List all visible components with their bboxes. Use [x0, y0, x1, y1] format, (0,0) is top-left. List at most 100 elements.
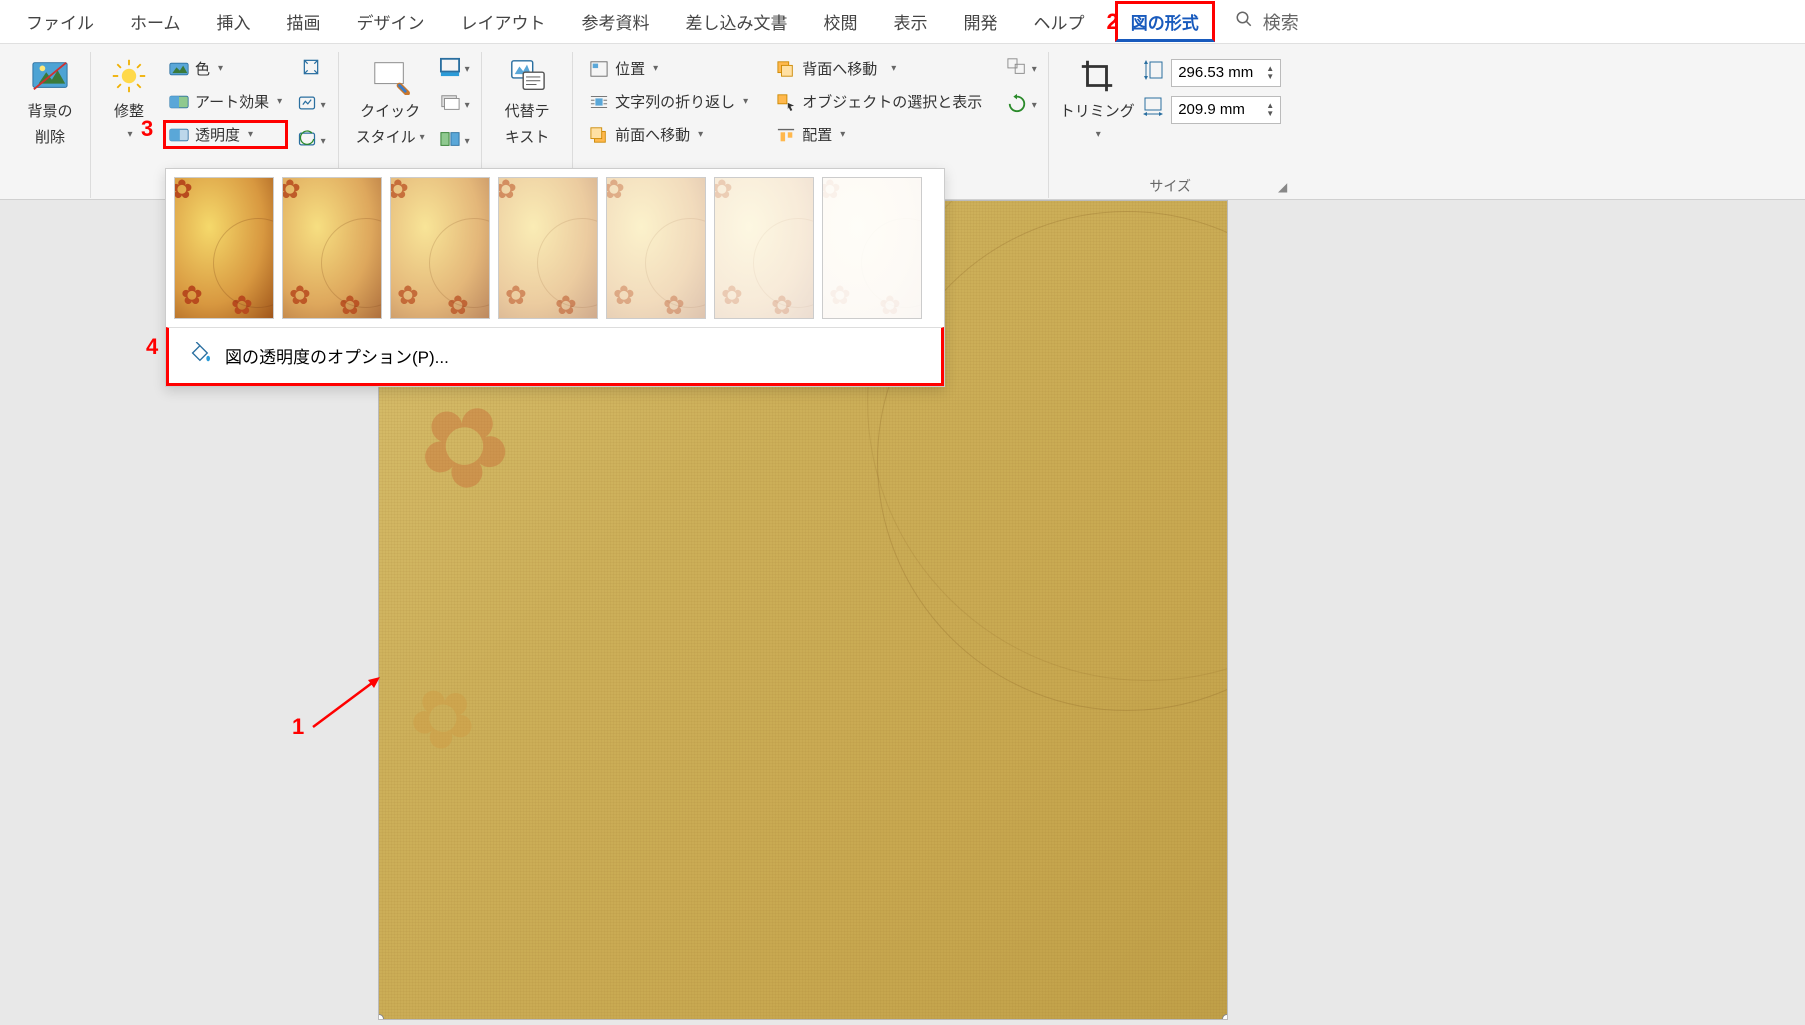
transparency-preset[interactable]: [498, 177, 598, 319]
compress-icon: [301, 57, 321, 82]
height-input[interactable]: 296.53 mm ▲▼: [1171, 59, 1281, 87]
chevron-down-icon: ▾: [465, 136, 470, 147]
position-button[interactable]: 位置 ▾: [583, 54, 754, 83]
send-backward-label: 背面へ移動: [802, 58, 877, 79]
compress-pictures-button[interactable]: [294, 54, 328, 84]
artistic-label: アート効果: [195, 91, 269, 112]
transparency-preset[interactable]: [606, 177, 706, 319]
selection-pane-label: オブジェクトの選択と表示: [802, 91, 982, 112]
crop-icon: [1077, 56, 1117, 96]
picture-effects-icon: [439, 93, 461, 118]
height-value: 296.53 mm: [1178, 64, 1253, 81]
tab-review[interactable]: 校閲: [806, 0, 876, 44]
tab-picture-format[interactable]: 図の形式: [1115, 1, 1215, 42]
crop-label: トリミング: [1060, 102, 1135, 122]
width-input[interactable]: 209.9 mm ▲▼: [1171, 96, 1281, 124]
tab-help[interactable]: ヘルプ: [1016, 0, 1103, 44]
rotate-icon: [1006, 93, 1028, 118]
position-icon: [589, 59, 609, 79]
transparency-preset[interactable]: [390, 177, 490, 319]
change-picture-button[interactable]: ▾: [294, 90, 328, 120]
send-backward-icon: [776, 59, 796, 79]
transparency-preset[interactable]: [822, 177, 922, 319]
remove-background-button[interactable]: 背景の 削除: [20, 52, 80, 147]
picture-layout-button[interactable]: ▾: [437, 126, 471, 156]
chevron-down-icon: ▾: [840, 129, 845, 140]
chevron-down-icon: ▾: [277, 96, 282, 107]
picture-border-icon: [439, 57, 461, 82]
tab-view[interactable]: 表示: [876, 0, 946, 44]
search-box[interactable]: 検索: [1235, 9, 1299, 35]
transparency-thumbnails: [166, 169, 944, 327]
chevron-down-icon: ▾: [698, 129, 703, 140]
chevron-down-icon: ▾: [321, 136, 326, 147]
picture-effects-button[interactable]: ▾: [437, 90, 471, 120]
transparency-button[interactable]: 透明度 ▾: [163, 120, 288, 149]
chevron-down-icon: ▾: [420, 131, 425, 144]
align-icon: [776, 125, 796, 145]
quick-styles-button[interactable]: クイック スタイル▾: [349, 52, 431, 147]
tab-design[interactable]: デザイン: [339, 0, 443, 44]
transparency-gallery: 図の透明度のオプション(P)...: [165, 168, 945, 387]
chevron-down-icon: ▾: [465, 100, 470, 111]
chevron-down-icon: ▾: [1032, 100, 1037, 111]
bring-forward-button[interactable]: 前面へ移動 ▾: [583, 120, 754, 149]
reset-picture-icon: [297, 129, 317, 154]
tab-home[interactable]: ホーム: [112, 0, 199, 44]
tab-references[interactable]: 参考資料: [564, 0, 668, 44]
annotation-2: 2: [1107, 9, 1119, 35]
color-label: 色: [195, 58, 210, 79]
width-spinner[interactable]: ▲▼: [1266, 102, 1274, 118]
wrap-text-button[interactable]: 文字列の折り返し ▾: [583, 87, 754, 116]
position-label: 位置: [615, 58, 645, 79]
size-dialog-launcher[interactable]: ◢: [1278, 180, 1287, 194]
send-backward-button[interactable]: 背面へ移動 ▾: [770, 54, 988, 83]
selection-pane-button[interactable]: オブジェクトの選択と表示: [770, 87, 988, 116]
transparency-preset[interactable]: [282, 177, 382, 319]
picture-transparency-options[interactable]: 図の透明度のオプション(P)...: [166, 327, 944, 386]
annotation-1: 1: [292, 714, 304, 740]
reset-picture-button[interactable]: ▾: [294, 126, 328, 156]
alt-text-label-1: 代替テ: [505, 102, 550, 122]
chevron-down-icon: ▾: [465, 64, 470, 75]
artistic-effects-button[interactable]: アート効果 ▾: [163, 87, 288, 116]
align-label: 配置: [802, 124, 832, 145]
chevron-down-icon: ▾: [743, 96, 748, 107]
tab-mailings[interactable]: 差し込み文書: [668, 0, 806, 44]
tab-developer[interactable]: 開発: [946, 0, 1016, 44]
ribbon-tabs: ファイル ホーム 挿入 描画 デザイン レイアウト 参考資料 差し込み文書 校閲…: [0, 0, 1805, 44]
size-group-label: サイズ: [1049, 176, 1291, 196]
alt-text-icon: [507, 56, 547, 96]
group-icon: [1006, 57, 1028, 82]
annotation-3: 3: [141, 116, 153, 142]
artistic-icon: [169, 92, 189, 112]
annotation-arrow: [308, 672, 388, 732]
transparency-label: 透明度: [195, 124, 240, 145]
resize-handle[interactable]: [1222, 1014, 1228, 1020]
rotate-button[interactable]: ▾: [1004, 90, 1038, 120]
align-button[interactable]: 配置 ▾: [770, 120, 988, 149]
width-row: 209.9 mm ▲▼: [1141, 95, 1281, 124]
quick-styles-label-2: スタイル: [356, 128, 416, 148]
crop-button[interactable]: トリミング ▾: [1059, 52, 1135, 141]
group-size: トリミング ▾ 296.53 mm ▲▼ 209.9 mm ▲▼ サイズ ◢: [1049, 52, 1291, 198]
transparency-preset[interactable]: [174, 177, 274, 319]
color-button[interactable]: 色 ▾: [163, 54, 288, 83]
tab-file[interactable]: ファイル: [8, 0, 112, 44]
chevron-down-icon: ▾: [891, 63, 896, 74]
group-objects-button[interactable]: ▾: [1004, 54, 1038, 84]
search-icon: [1235, 10, 1253, 33]
height-spinner[interactable]: ▲▼: [1266, 65, 1274, 81]
tab-draw[interactable]: 描画: [269, 0, 339, 44]
quick-styles-icon: [370, 56, 410, 96]
width-value: 209.9 mm: [1178, 101, 1245, 118]
tab-layout[interactable]: レイアウト: [443, 0, 564, 44]
width-icon: [1141, 95, 1165, 124]
bring-forward-icon: [589, 125, 609, 145]
transparency-preset[interactable]: [714, 177, 814, 319]
change-picture-icon: [297, 93, 317, 118]
tab-insert[interactable]: 挿入: [199, 0, 269, 44]
picture-border-button[interactable]: ▾: [437, 54, 471, 84]
alt-text-button[interactable]: 代替テ キスト: [492, 52, 562, 147]
chevron-down-icon: ▾: [1032, 64, 1037, 75]
